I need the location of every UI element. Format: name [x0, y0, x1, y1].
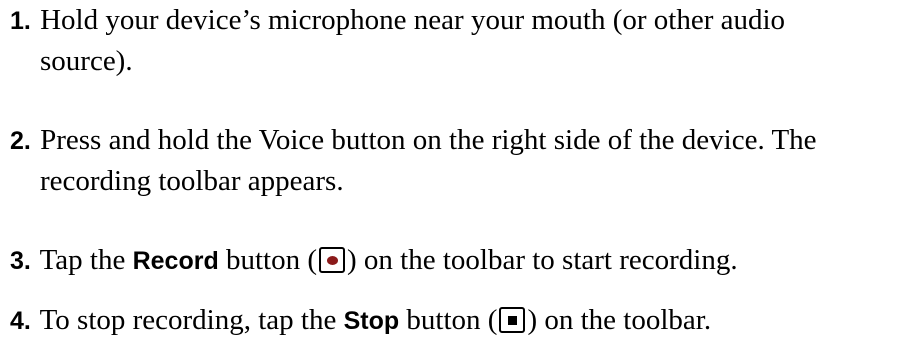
step-4: 4. To stop recording, tap the Stop butto…: [10, 300, 900, 341]
step-3: 3. Tap the Record button ( ) on the toolb…: [10, 240, 900, 281]
record-dot: [327, 256, 339, 265]
step-2-text: Press and hold the Voice button on the r…: [40, 124, 817, 156]
instruction-list: 1. Hold your device’s microphone near yo…: [0, 0, 906, 342]
step-1-number: 1.: [10, 7, 31, 35]
step-1-line-1: 1. Hold your device’s microphone near yo…: [10, 4, 785, 36]
stop-icon: [499, 307, 526, 333]
step-3-number: 3.: [10, 247, 31, 275]
step-1: 1. Hold your device’s microphone near yo…: [10, 0, 900, 81]
step-4-text-middle: button (: [406, 304, 498, 336]
step-2: 2. Press and hold the Voice button on th…: [10, 120, 900, 201]
stop-label: Stop: [343, 307, 400, 335]
step-1-line-2: source).: [40, 45, 133, 77]
record-label: Record: [132, 247, 219, 275]
step-4-text-before: To stop recording, tap the: [39, 304, 337, 336]
step-2-number: 2.: [10, 127, 31, 155]
step-2-line-2: recording toolbar appears.: [40, 165, 344, 197]
step-1-text: Hold your device’s microphone near your …: [40, 4, 786, 36]
record-icon: [319, 247, 346, 273]
stop-square: [508, 316, 518, 325]
step-2-line-1: 2. Press and hold the Voice button on th…: [10, 124, 817, 156]
step-3-text-after: ) on the toolbar to start recording.: [347, 244, 738, 276]
step-3-text-before: Tap the: [39, 244, 126, 276]
step-4-text-after: ) on the toolbar.: [527, 304, 712, 336]
step-4-number: 4.: [10, 307, 31, 335]
step-3-text-middle: button (: [225, 244, 318, 276]
